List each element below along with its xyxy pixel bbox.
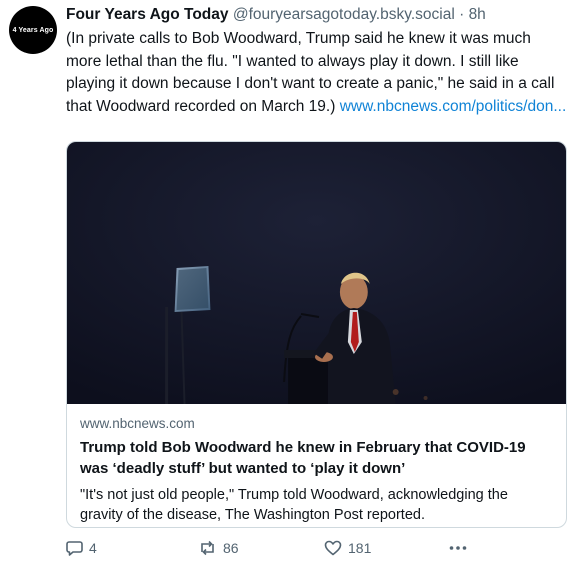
heart-icon — [324, 540, 342, 556]
more-options-button[interactable] — [448, 540, 468, 556]
post: 4 Years Ago Four Years Ago Today @fourye… — [0, 0, 578, 565]
reply-count: 4 — [89, 540, 97, 556]
repost-count: 86 — [223, 540, 239, 556]
like-count: 181 — [348, 540, 372, 556]
ellipsis-icon — [449, 546, 467, 550]
card-title: Trump told Bob Woodward he knew in Febru… — [80, 439, 526, 477]
card-image — [67, 142, 566, 404]
reply-button[interactable]: 4 — [66, 540, 97, 556]
card-description: "It's not just old people," Trump told W… — [80, 487, 508, 523]
speech-bubble-icon — [66, 541, 83, 556]
separator-dot: · — [459, 6, 465, 23]
avatar-text: 4 Years Ago — [12, 26, 54, 34]
post-content: Four Years Ago Today @fouryearsagotoday.… — [66, 5, 570, 118]
link-card[interactable]: www.nbcnews.com Trump told Bob Woodward … — [66, 141, 567, 528]
author-display-name[interactable]: Four Years Ago Today — [66, 6, 229, 23]
post-actions: 4 86 181 — [66, 540, 566, 562]
repost-button[interactable]: 86 — [198, 540, 239, 556]
post-link[interactable]: www.nbcnews.com/politics/don... — [340, 98, 567, 115]
post-text: (In private calls to Bob Woodward, Trump… — [66, 28, 570, 118]
post-header: Four Years Ago Today @fouryearsagotoday.… — [66, 5, 570, 25]
card-domain: www.nbcnews.com — [80, 416, 195, 431]
card-meta: www.nbcnews.com Trump told Bob Woodward … — [67, 404, 566, 525]
avatar[interactable]: 4 Years Ago — [9, 6, 57, 54]
author-handle[interactable]: @fouryearsagotoday.bsky.social — [233, 6, 455, 23]
repost-arrows-icon — [201, 540, 214, 556]
post-time[interactable]: 8h — [469, 6, 486, 23]
like-button[interactable]: 181 — [324, 540, 371, 556]
